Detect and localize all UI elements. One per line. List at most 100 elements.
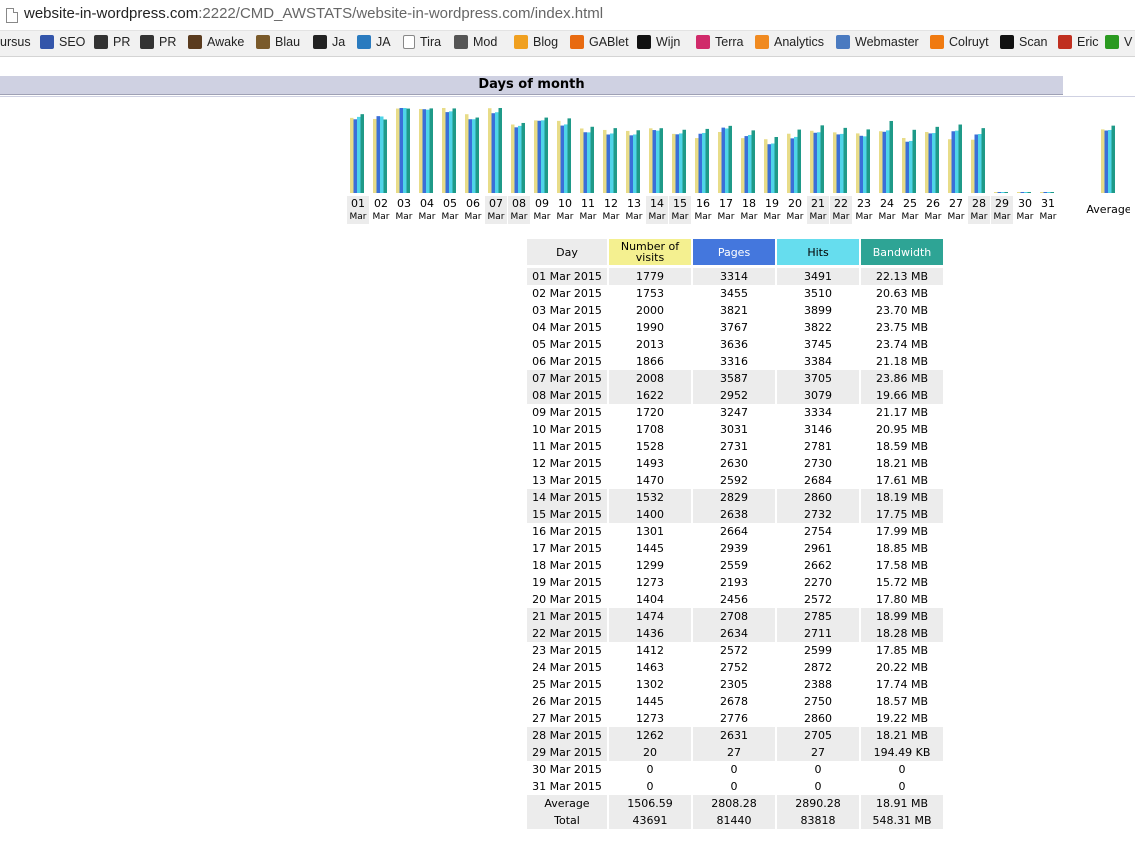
bar-hits-24 — [886, 130, 890, 193]
bar-visits-29 — [994, 192, 998, 193]
cell-pages: 2708 — [693, 608, 775, 625]
bookmark-16[interactable]: Colruyt — [930, 35, 989, 49]
tick-label-month: Mar — [925, 212, 942, 222]
table-row: 06 Mar 2015 1866 3316 3384 21.18 MB — [527, 353, 943, 370]
bar-visits-28 — [971, 139, 975, 193]
bar-hits-02 — [380, 116, 384, 193]
cell-visits: 0 — [646, 763, 654, 776]
bookmark-3[interactable]: PR — [140, 35, 176, 49]
tick-label-day: 23 — [857, 197, 871, 210]
cell-day: 28 Mar 2015 — [527, 727, 607, 744]
cell-bandwidth: 18.99 MB — [861, 608, 943, 625]
tick-label-day: 15 — [673, 197, 687, 210]
tick-label-month: Mar — [373, 212, 390, 222]
bookmark-2[interactable]: PR — [94, 35, 130, 49]
table-row: 12 Mar 2015 1493 2630 2730 18.21 MB — [527, 455, 943, 472]
bookmark-label: JA — [376, 35, 391, 49]
bookmark-14[interactable]: Analytics — [755, 35, 824, 49]
bar-bandwidth_mb-07 — [498, 108, 502, 193]
tick-label-month: Mar — [580, 212, 597, 222]
bookmark-0[interactable]: ursus — [0, 35, 31, 49]
tick-label-month: Mar — [718, 212, 735, 222]
bar-pages-average — [1104, 130, 1108, 193]
cell-pages: 2752 — [720, 661, 748, 674]
cell-visits: 1866 — [636, 355, 664, 368]
bar-hits-11 — [587, 132, 591, 193]
bar-visits-12 — [603, 129, 607, 193]
url-text[interactable]: website-in-wordpress.com:2222/CMD_AWSTAT… — [24, 5, 603, 22]
average-label: Average — [527, 795, 607, 812]
cell-day: 04 Mar 2015 — [532, 321, 602, 334]
cell-pages: 2731 — [720, 440, 748, 453]
bookmark-label: GABlet — [589, 35, 629, 49]
bookmark-6[interactable]: Ja — [313, 35, 345, 49]
tick-label-month: Mar — [741, 212, 758, 222]
bar-pages-13 — [629, 135, 633, 193]
tick-label-day: 17 — [719, 197, 733, 210]
tick-label-day: 12 — [604, 197, 618, 210]
bookmark-8[interactable]: Tira — [403, 35, 441, 49]
cell-hits: 2270 — [804, 576, 832, 589]
cell-hits: 2599 — [804, 644, 832, 657]
bookmark-4[interactable]: Awake — [188, 35, 244, 49]
cell-day: 07 Mar 2015 — [527, 370, 607, 387]
tick-label-month: Mar — [672, 212, 689, 222]
bar-bandwidth_mb-08 — [521, 122, 525, 193]
bookmark-10[interactable]: Blog — [514, 35, 558, 49]
address-bar[interactable]: website-in-wordpress.com:2222/CMD_AWSTAT… — [0, 0, 1135, 31]
joomla-icon — [313, 35, 327, 49]
bar-hits-14 — [656, 130, 660, 193]
bar-visits-06 — [465, 114, 469, 193]
cell-day: 26 Mar 2015 — [532, 695, 602, 708]
tick-label-month: Mar — [396, 212, 413, 222]
bookmark-7[interactable]: JA — [357, 35, 391, 49]
bookmark-label: ursus — [0, 35, 31, 49]
table-row: 19 Mar 2015 1273 2193 2270 15.72 MB — [527, 574, 943, 591]
tick-label-month: Mar — [994, 212, 1011, 222]
bar-visits-17 — [718, 131, 722, 193]
table-row: 02 Mar 2015 1753 3455 3510 20.63 MB — [527, 285, 943, 302]
bar-pages-24 — [882, 131, 886, 193]
bar-visits-14 — [649, 128, 653, 193]
bar-pages-11 — [583, 132, 587, 193]
bar-hits-03 — [403, 108, 407, 193]
total-bandwidth: 548.31 MB — [861, 812, 943, 829]
cell-visits: 1404 — [636, 593, 664, 606]
tick-label-month: Mar — [649, 212, 666, 222]
bookmark-11[interactable]: GABlet — [570, 35, 629, 49]
cell-pages: 3455 — [720, 287, 748, 300]
cell-day: 23 Mar 2015 — [532, 644, 602, 657]
tick-label-month: Mar — [465, 212, 482, 222]
bar-bandwidth_mb-10 — [567, 118, 571, 193]
bookmark-17[interactable]: Scan — [1000, 35, 1048, 49]
cell-day: 18 Mar 2015 — [532, 559, 602, 572]
bar-visits-average — [1101, 129, 1105, 193]
cell-bandwidth: 22.13 MB — [861, 268, 943, 285]
bookmark-label: PR — [159, 35, 177, 49]
cell-hits: 3822 — [804, 321, 832, 334]
cell-day: 13 Mar 2015 — [532, 474, 602, 487]
cell-pages: 2829 — [693, 489, 775, 506]
bar-hits-27 — [955, 130, 959, 193]
tick-label-month: Mar — [856, 212, 873, 222]
cell-day: 24 Mar 2015 — [532, 661, 602, 674]
bookmark-13[interactable]: Terra — [696, 35, 743, 49]
bar-bandwidth_mb-02 — [383, 119, 387, 193]
bookmark-label: Blog — [533, 35, 559, 49]
bookmark-15[interactable]: Webmaster — [836, 35, 919, 49]
bookmark-label: Scan — [1019, 35, 1048, 49]
bookmark-18[interactable]: Eric — [1058, 35, 1099, 49]
bar-bandwidth_mb-11 — [590, 126, 594, 193]
bar-bandwidth_mb-04 — [429, 108, 433, 193]
bookmark-9[interactable]: Mod — [454, 35, 497, 49]
cell-visits: 2000 — [636, 304, 664, 317]
header-day: Day — [527, 239, 607, 265]
bookmark-19[interactable]: V — [1105, 35, 1132, 49]
cell-pages: 2630 — [720, 457, 748, 470]
bar-visits-08 — [511, 124, 515, 193]
bookmark-1[interactable]: SEO — [40, 35, 85, 49]
bar-hits-15 — [679, 133, 683, 193]
bookmark-12[interactable]: Wijn — [637, 35, 680, 49]
table-row: 10 Mar 2015 1708 3031 3146 20.95 MB — [527, 421, 943, 438]
bookmark-5[interactable]: Blau — [256, 35, 300, 49]
